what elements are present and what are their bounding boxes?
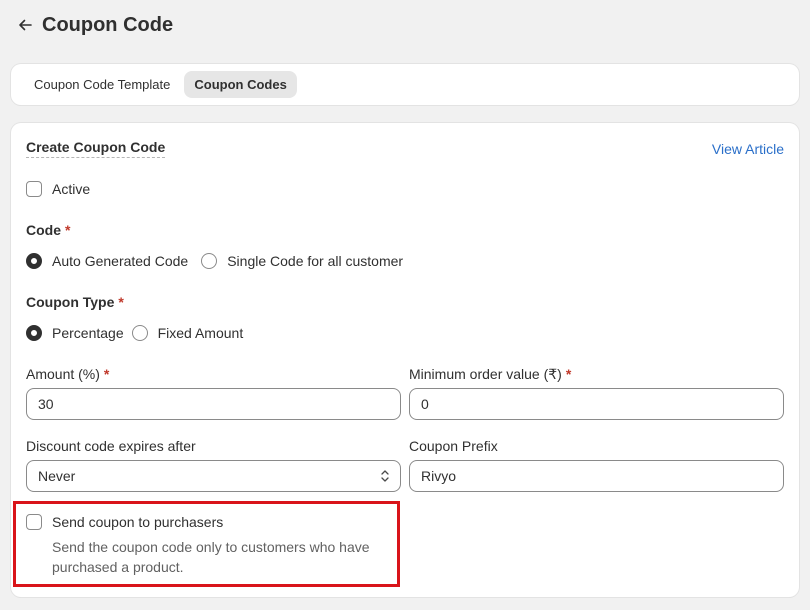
amount-input[interactable]: 30 xyxy=(26,388,401,420)
page-title: Coupon Code xyxy=(42,13,174,36)
radio-percentage[interactable] xyxy=(26,325,42,341)
expires-value: Never xyxy=(38,468,76,484)
radio-fixed-amount[interactable] xyxy=(131,325,148,341)
coupon-type-options: Percentage Fixed Amount xyxy=(26,325,243,341)
select-chevron-icon xyxy=(380,469,390,486)
prefix-input[interactable]: Rivyo xyxy=(409,460,784,492)
active-row: Active xyxy=(26,181,90,197)
back-arrow-icon[interactable] xyxy=(14,14,36,36)
prefix-label: Coupon Prefix xyxy=(409,438,498,454)
tabs-bar: Coupon Code Template Coupon Codes xyxy=(11,64,799,105)
amount-value: 30 xyxy=(38,396,54,412)
radio-auto-generated-label: Auto Generated Code xyxy=(52,253,189,269)
send-coupon-checkbox[interactable] xyxy=(26,514,42,530)
coupon-type-label: Coupon Type * xyxy=(26,294,124,310)
required-marker: * xyxy=(118,294,124,310)
create-coupon-form: Create Coupon Code View Article Active C… xyxy=(11,123,799,597)
active-checkbox[interactable] xyxy=(26,181,42,197)
radio-single-code[interactable] xyxy=(201,253,218,269)
active-label: Active xyxy=(52,181,91,197)
radio-auto-generated[interactable] xyxy=(26,253,42,269)
amount-label-text: Amount (%) xyxy=(26,366,100,382)
card-title: Create Coupon Code xyxy=(26,139,166,158)
tab-coupon-code-template[interactable]: Coupon Code Template xyxy=(24,71,180,98)
required-marker: * xyxy=(103,366,110,382)
min-order-input[interactable]: 0 xyxy=(409,388,784,420)
code-label: Code * xyxy=(26,222,70,238)
coupon-type-label-text: Coupon Type xyxy=(26,294,115,310)
amount-label: Amount (%) * xyxy=(26,366,109,382)
code-label-text: Code xyxy=(26,222,61,238)
radio-percentage-label: Percentage xyxy=(52,325,124,341)
min-order-value: 0 xyxy=(421,396,429,412)
view-article-link[interactable]: View Article xyxy=(712,141,784,157)
prefix-value: Rivyo xyxy=(421,468,457,484)
tab-coupon-codes[interactable]: Coupon Codes xyxy=(184,71,297,98)
min-order-label: Minimum order value (₹) * xyxy=(409,366,571,383)
page-header: Coupon Code xyxy=(14,10,173,40)
expires-select[interactable]: Never xyxy=(26,460,401,492)
radio-fixed-amount-label: Fixed Amount xyxy=(157,325,244,341)
code-options: Auto Generated Code Single Code for all … xyxy=(26,253,403,269)
min-order-label-text: Minimum order value (₹) xyxy=(409,366,562,382)
send-coupon-help-text: Send the coupon code only to customers w… xyxy=(52,539,370,575)
send-coupon-row: Send coupon to purchasers xyxy=(26,514,223,530)
required-marker: * xyxy=(565,366,572,382)
expires-label: Discount code expires after xyxy=(26,438,196,454)
send-coupon-label: Send coupon to purchasers xyxy=(52,514,224,530)
required-marker: * xyxy=(65,222,71,238)
radio-single-code-label: Single Code for all customer xyxy=(227,253,404,269)
